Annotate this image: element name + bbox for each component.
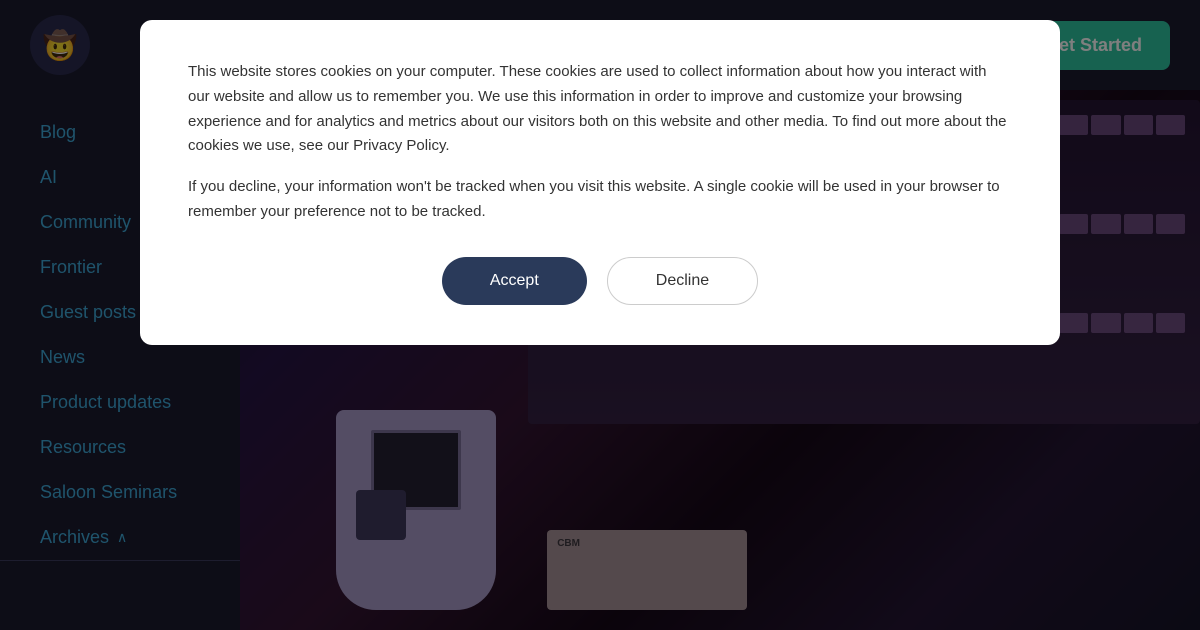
accept-button[interactable]: Accept [442,257,587,305]
cookie-body-text-1: This website stores cookies on your comp… [188,60,1012,159]
modal-buttons: Accept Decline [188,257,1012,305]
cookie-body-text-2: If you decline, your information won't b… [188,175,1012,225]
modal-overlay: This website stores cookies on your comp… [0,0,1200,630]
cookie-modal: This website stores cookies on your comp… [140,20,1060,345]
decline-button[interactable]: Decline [607,257,758,305]
